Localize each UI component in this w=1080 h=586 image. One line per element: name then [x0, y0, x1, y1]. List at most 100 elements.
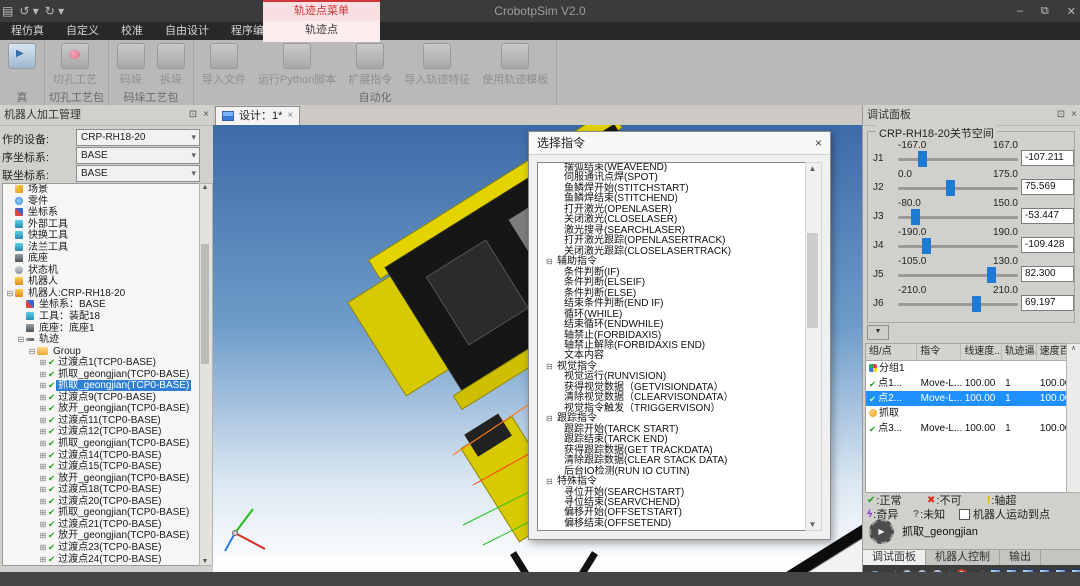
checkbox-icon[interactable]: [959, 509, 970, 520]
tree-expander-icon[interactable]: ⊞: [38, 554, 48, 566]
tree-expander-icon[interactable]: ⊞: [38, 392, 48, 404]
tree-item[interactable]: ⊞✔过渡点20(TCP0-BASE): [3, 496, 199, 508]
joint-slider-thumb[interactable]: [911, 209, 920, 225]
tree-item-label[interactable]: 机器人: [26, 276, 60, 287]
ribbon-button-运行Python脚本[interactable]: 运行Python脚本: [254, 42, 340, 88]
tree-item[interactable]: ⊞✔过渡点1(TCP0-BASE): [3, 357, 199, 369]
tree-item-label[interactable]: 过渡点23(TCP0-BASE): [56, 542, 163, 553]
dialog-close-icon[interactable]: ×: [815, 132, 822, 154]
tree-expander-icon[interactable]: ⊞: [38, 507, 48, 519]
tree-item-label[interactable]: 坐标系：BASE: [37, 299, 108, 310]
ribbon-tab-程仿真[interactable]: 程仿真: [0, 22, 55, 40]
table-row[interactable]: 抓取: [866, 406, 1067, 421]
joint-slider-track[interactable]: [898, 187, 1018, 190]
tree-item[interactable]: 工具：装配18: [3, 311, 199, 323]
tree-expander-icon[interactable]: ⊟: [546, 477, 557, 487]
tree-item[interactable]: 机器人: [3, 276, 199, 288]
tree-item[interactable]: 快换工具: [3, 230, 199, 242]
scroll-down-icon[interactable]: ▼: [806, 520, 819, 529]
ribbon-button-切孔工艺[interactable]: 切孔工艺: [49, 42, 101, 88]
tree-item[interactable]: ⊞✔抓取_geongjian(TCP0-BASE): [3, 380, 199, 392]
command-list-scrollbar[interactable]: ▲ ▼: [805, 162, 822, 531]
ribbon-button-导入文件[interactable]: 导入文件: [198, 42, 250, 88]
tree-expander-icon[interactable]: ⊟: [16, 334, 26, 346]
joint-value-input[interactable]: 75.569: [1021, 179, 1074, 195]
tree-expander-icon[interactable]: ⊞: [38, 461, 48, 473]
design-document-tab[interactable]: 设计：1* ×: [215, 106, 300, 125]
column-header-2[interactable]: 线速度...: [961, 344, 1001, 360]
tree-expander-icon[interactable]: ⊟: [5, 288, 15, 300]
tree-item-label[interactable]: 轨迹: [37, 334, 61, 345]
command-list[interactable]: 摆弧结束(WEAVEEND)伺服通讯点焊(SPOT)鱼鳞焊开始(STITCHST…: [537, 162, 808, 531]
scroll-thumb[interactable]: [201, 244, 209, 364]
column-header-0[interactable]: 组/点: [866, 344, 917, 360]
tree-expander-icon[interactable]: ⊞: [38, 496, 48, 508]
tree-item-label[interactable]: 过渡点14(TCP0-BASE): [56, 450, 163, 461]
field-dropdown[interactable]: CRP-RH18-20▾: [76, 129, 200, 146]
tree-item-label[interactable]: 状态机: [26, 265, 60, 276]
tree-item-label[interactable]: 机器人:CRP-RH18-20: [26, 288, 127, 299]
float-panel-icon[interactable]: ⊡: [1057, 105, 1065, 125]
scroll-thumb[interactable]: [807, 233, 818, 328]
tree-item-label[interactable]: 过渡点1(TCP0-BASE): [56, 357, 158, 368]
panel-tab-机器人控制[interactable]: 机器人控制: [926, 550, 1000, 566]
tree-item-label[interactable]: 抓取_geongjian(TCP0-BASE): [56, 438, 191, 449]
trajectory-point-menu-popup[interactable]: 轨迹点菜单 轨迹点: [263, 0, 380, 42]
close-panel-icon[interactable]: ×: [203, 105, 209, 125]
tree-item-label[interactable]: 底座: [26, 253, 50, 264]
tree-item[interactable]: ⊞✔过渡点23(TCP0-BASE): [3, 542, 199, 554]
joint-value-input[interactable]: 82.300: [1021, 266, 1074, 282]
ribbon-button-扩展指令[interactable]: 扩展指令: [344, 42, 396, 88]
tree-expander-icon[interactable]: ⊞: [38, 369, 48, 381]
tree-item[interactable]: ⊟ 机器人:CRP-RH18-20: [3, 288, 199, 300]
tree-item-label[interactable]: 过渡点24(TCP0-BASE): [56, 554, 163, 565]
tree-expander-icon[interactable]: ⊟: [546, 362, 557, 372]
tree-item[interactable]: 法兰工具: [3, 242, 199, 254]
tab-close-icon[interactable]: ×: [287, 107, 293, 125]
ribbon-button-导入轨迹特征[interactable]: 导入轨迹特征: [400, 42, 474, 88]
tree-item-label[interactable]: 抓取_geongjian(TCP0-BASE): [56, 369, 191, 380]
tree-expander-icon[interactable]: ⊞: [38, 426, 48, 438]
tree-expander-icon[interactable]: ⊞: [38, 438, 48, 450]
tree-item[interactable]: ⊞✔过渡点15(TCP0-BASE): [3, 461, 199, 473]
tree-expander-icon[interactable]: ⊞: [38, 519, 48, 531]
ribbon-button-码垛[interactable]: 码垛: [113, 42, 149, 88]
tree-item[interactable]: ⊞✔放开_geongjian(TCP0-BASE): [3, 403, 199, 415]
tree-item[interactable]: ⊞✔放开_geongjian(TCP0-BASE): [3, 473, 199, 485]
field-dropdown[interactable]: BASE▾: [76, 165, 200, 182]
tab-trajectory-point[interactable]: 轨迹点: [263, 21, 380, 40]
tree-item[interactable]: ⊞✔过渡点21(TCP0-BASE): [3, 519, 199, 531]
joint-slider-track[interactable]: [898, 274, 1018, 277]
minimize-button[interactable]: –: [1017, 5, 1023, 17]
field-dropdown[interactable]: BASE▾: [76, 147, 200, 164]
joint-slider-thumb[interactable]: [987, 267, 996, 283]
scene-tree[interactable]: 场景零件坐标系外部工具快换工具法兰工具底座状态机机器人⊟机器人:CRP-RH18…: [2, 183, 200, 566]
tree-item[interactable]: ⊞✔放开_geongjian(TCP0-BASE): [3, 530, 199, 542]
column-header-1[interactable]: 指令: [917, 344, 961, 360]
tree-item-label[interactable]: 放开_geongjian(TCP0-BASE): [56, 473, 191, 484]
tree-item-label[interactable]: 工具：装配18: [37, 311, 102, 322]
ribbon-tab-自定义[interactable]: 自定义: [55, 22, 110, 40]
tree-expander-icon[interactable]: ⊞: [38, 357, 48, 369]
tree-item[interactable]: 坐标系: [3, 207, 199, 219]
float-panel-icon[interactable]: ⊡: [189, 105, 197, 125]
joint-value-input[interactable]: -53.447: [1021, 208, 1074, 224]
tree-item-label[interactable]: 零件: [26, 196, 50, 207]
tree-item-label[interactable]: 过渡点12(TCP0-BASE): [56, 426, 163, 437]
tree-item[interactable]: ⊞✔过渡点14(TCP0-BASE): [3, 450, 199, 462]
joint-slider-thumb[interactable]: [922, 238, 931, 254]
close-button[interactable]: ✕: [1067, 5, 1076, 18]
scroll-up-icon[interactable]: ▲: [200, 184, 210, 191]
tree-expander-icon[interactable]: ⊞: [38, 403, 48, 415]
tree-item-label[interactable]: 过渡点15(TCP0-BASE): [56, 461, 163, 472]
tree-item[interactable]: ⊟ 轨迹: [3, 334, 199, 346]
close-panel-icon[interactable]: ×: [1071, 105, 1077, 125]
restore-button[interactable]: ⧉: [1041, 5, 1049, 18]
joint-slider-track[interactable]: [898, 158, 1018, 161]
tree-scrollbar[interactable]: ▲ ▼: [199, 183, 213, 566]
tree-expander-icon[interactable]: ⊞: [38, 473, 48, 485]
column-header-4[interactable]: 速度百...: [1037, 344, 1067, 360]
tree-item[interactable]: ⊞✔过渡点9(TCP0-BASE): [3, 392, 199, 404]
points-table[interactable]: 组/点指令线速度...轨迹逼...速度百...分组1✔点1...Move-L..…: [865, 343, 1068, 493]
tree-item-label[interactable]: 外部工具: [26, 219, 70, 230]
